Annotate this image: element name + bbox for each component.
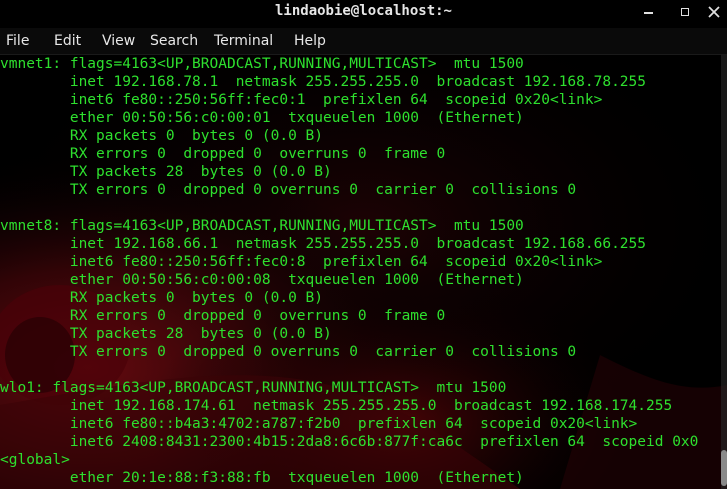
close-icon [708, 6, 720, 18]
maximize-icon [681, 8, 689, 16]
terminal-line: ether 00:50:56:c0:00:08 txqueuelen 1000 … [0, 272, 524, 288]
terminal-line: inet6 2408:8431:2300:4b15:2da8:6c6b:877f… [0, 434, 699, 450]
terminal-line: TX packets 28 bytes 0 (0.0 B) [0, 326, 332, 342]
menu-edit[interactable]: Edit [54, 33, 81, 49]
terminal-line: TX packets 28 bytes 0 (0.0 B) [0, 164, 332, 180]
terminal-line: inet6 fe80::250:56ff:fec0:8 prefixlen 64… [0, 254, 603, 270]
terminal-line: RX packets 0 bytes 0 (0.0 B) [0, 128, 324, 144]
terminal-line: inet 192.168.66.1 netmask 255.255.255.0 … [0, 236, 647, 252]
terminal-line: RX errors 0 dropped 0 overruns 0 frame 0 [0, 308, 446, 324]
terminal-line: RX errors 0 dropped 0 overruns 0 frame 0 [0, 146, 446, 162]
terminal-line: TX errors 0 dropped 0 overruns 0 carrier… [0, 182, 577, 198]
terminal-line: RX packets 0 bytes 0 (0.0 B) [0, 290, 324, 306]
menu-view[interactable]: View [102, 33, 135, 49]
minimize-button[interactable] [640, 3, 658, 21]
menu-bar: File Edit View Search Terminal Help [0, 28, 727, 55]
terminal-line: inet6 fe80::b4a3:4702:a787:f2b0 prefixle… [0, 416, 638, 432]
terminal-line: ether 20:1e:88:f3:88:fb txqueuelen 1000 … [0, 470, 524, 486]
title-bar[interactable]: lindaobie@localhost:~ [0, 0, 727, 26]
terminal-line: TX errors 0 dropped 0 overruns 0 carrier… [0, 344, 577, 360]
terminal-line: ether 00:50:56:c0:00:01 txqueuelen 1000 … [0, 110, 524, 126]
window-title: lindaobie@localhost:~ [274, 3, 452, 19]
terminal-line: vmnet1: flags=4163<UP,BROADCAST,RUNNING,… [0, 56, 524, 72]
terminal-line: <global> [0, 452, 70, 468]
menu-search[interactable]: Search [150, 33, 198, 49]
menu-help[interactable]: Help [294, 33, 326, 49]
terminal-line: wlo1: flags=4163<UP,BROADCAST,RUNNING,MU… [0, 380, 507, 396]
terminal-line: inet 192.168.174.61 netmask 255.255.255.… [0, 398, 673, 414]
terminal-line: inet6 fe80::250:56ff:fec0:1 prefixlen 64… [0, 92, 603, 108]
menu-file[interactable]: File [6, 33, 29, 49]
menu-terminal[interactable]: Terminal [214, 33, 273, 49]
minimize-icon [644, 12, 653, 14]
close-button[interactable] [705, 3, 723, 21]
scrollbar[interactable] [721, 55, 727, 489]
terminal-output[interactable]: vmnet1: flags=4163<UP,BROADCAST,RUNNING,… [0, 55, 727, 489]
terminal-line: inet 192.168.78.1 netmask 255.255.255.0 … [0, 74, 647, 90]
terminal-window: lindaobie@localhost:~ File Edit View Sea… [0, 0, 727, 489]
terminal-line: vmnet8: flags=4163<UP,BROADCAST,RUNNING,… [0, 218, 524, 234]
maximize-button[interactable] [676, 3, 694, 21]
terminal-text: vmnet1: flags=4163<UP,BROADCAST,RUNNING,… [0, 55, 727, 487]
scrollbar-thumb[interactable] [721, 450, 727, 486]
